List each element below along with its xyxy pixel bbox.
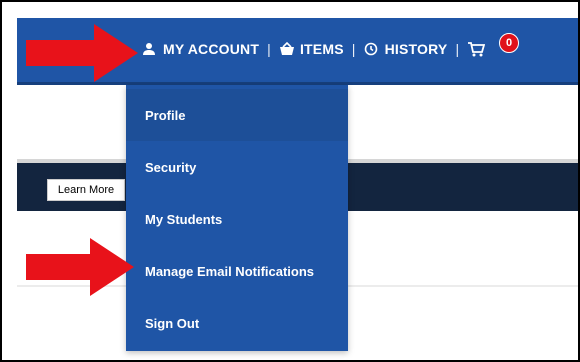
red-arrow-icon [26, 238, 134, 296]
main-nav: MY ACCOUNT | ITEMS | HISTORY | [142, 39, 486, 59]
nav-separator: | [351, 41, 356, 57]
menu-item-sign-out[interactable]: Sign Out [126, 297, 348, 349]
nav-separator: | [267, 41, 271, 57]
my-account-menu[interactable]: MY ACCOUNT [142, 41, 259, 57]
history-menu[interactable]: HISTORY [364, 41, 448, 57]
screenshot-frame: MY ACCOUNT | ITEMS | HISTORY | 0 Learn M… [0, 0, 580, 362]
menu-item-security[interactable]: Security [126, 141, 348, 193]
red-arrow-icon [26, 24, 138, 82]
basket-icon [279, 41, 294, 56]
history-clock-icon [364, 42, 378, 56]
user-icon [142, 42, 156, 56]
items-label: ITEMS [299, 41, 344, 57]
learn-more-button[interactable]: Learn More [47, 179, 125, 201]
my-account-label: MY ACCOUNT [163, 41, 260, 57]
menu-item-my-students[interactable]: My Students [126, 193, 348, 245]
cart-icon[interactable] [467, 41, 486, 57]
cart-count-badge: 0 [499, 33, 519, 53]
account-dropdown-menu: Profile Security My Students Manage Emai… [126, 85, 348, 351]
history-label: HISTORY [384, 41, 448, 57]
menu-item-manage-email-notifications[interactable]: Manage Email Notifications [126, 245, 348, 297]
items-menu[interactable]: ITEMS [279, 41, 344, 57]
nav-separator: | [455, 41, 460, 57]
menu-item-profile[interactable]: Profile [126, 89, 348, 141]
